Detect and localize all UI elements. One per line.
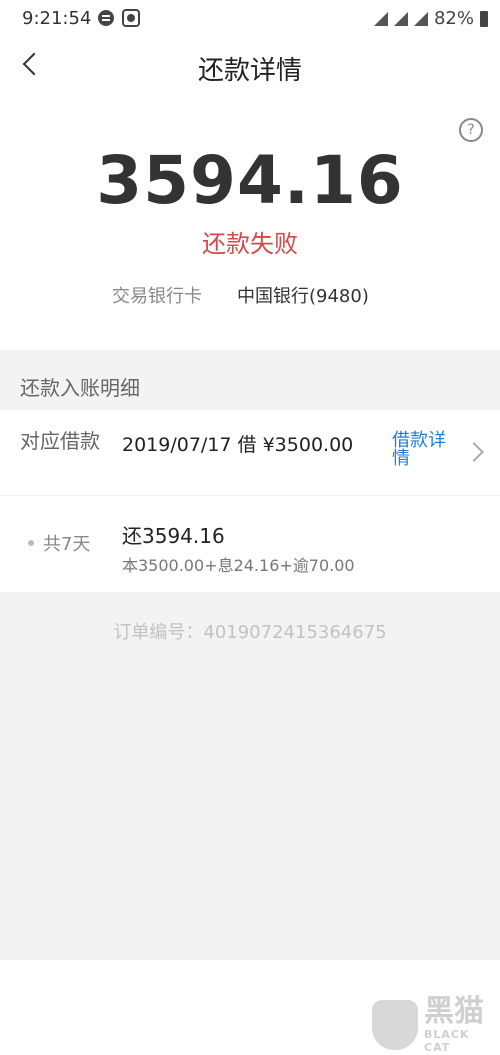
repayment-plan-row: 共7天 还3594.16 本3500.00+息24.16+逾70.00 — [0, 496, 500, 592]
plan-days: 共7天 — [43, 534, 91, 555]
help-icon[interactable]: ? — [459, 118, 483, 142]
loan-label: 对应借款 — [20, 429, 100, 453]
battery-icon — [480, 10, 488, 27]
plan-total: 还3594.16 — [122, 524, 225, 548]
page-title: 还款详情 — [197, 56, 302, 86]
header: 还款详情 — [0, 38, 500, 98]
watermark-cn: 黑猫 — [424, 994, 484, 1029]
bank-card-label: 交易银行卡 — [112, 286, 202, 307]
loan-value: 2019/07/17 借 ¥3500.00 — [122, 434, 354, 456]
status-time: 9:21:54 — [22, 8, 92, 29]
status-right: 82% — [373, 8, 488, 29]
watermark-en: BLACK CAT — [424, 1028, 470, 1054]
status-bar: 9:21:54 82% — [0, 0, 500, 38]
section-title: 还款入账明细 — [20, 376, 140, 400]
loan-row[interactable]: 对应借款 2019/07/17 借 ¥3500.00 借款详情 — [0, 410, 500, 496]
loan-detail-link[interactable]: 借款详情 — [392, 432, 452, 468]
order-number: 订单编号：4019072415364675 — [113, 622, 387, 643]
chevron-right-icon[interactable] — [464, 442, 484, 462]
watermark: 黑猫 BLACK CAT — [424, 994, 500, 1055]
message-notification-icon — [98, 10, 114, 26]
wifi-icon — [373, 11, 388, 26]
plan-breakdown: 本3500.00+息24.16+逾70.00 — [122, 556, 355, 575]
bullet-dot-icon — [28, 540, 34, 546]
bank-card-value: 中国银行(9480) — [237, 286, 369, 307]
signal-icon — [393, 11, 408, 26]
battery-percent: 82% — [433, 8, 474, 29]
repayment-status: 还款失败 — [202, 230, 298, 258]
watermark-cat-logo-icon — [372, 1000, 418, 1050]
repayment-summary: ? 3594.16 还款失败 交易银行卡 中国银行(9480) — [0, 98, 500, 350]
signal-icon-2 — [413, 11, 428, 26]
app-notification-icon — [122, 9, 140, 27]
repayment-amount: 3594.16 — [96, 142, 404, 219]
